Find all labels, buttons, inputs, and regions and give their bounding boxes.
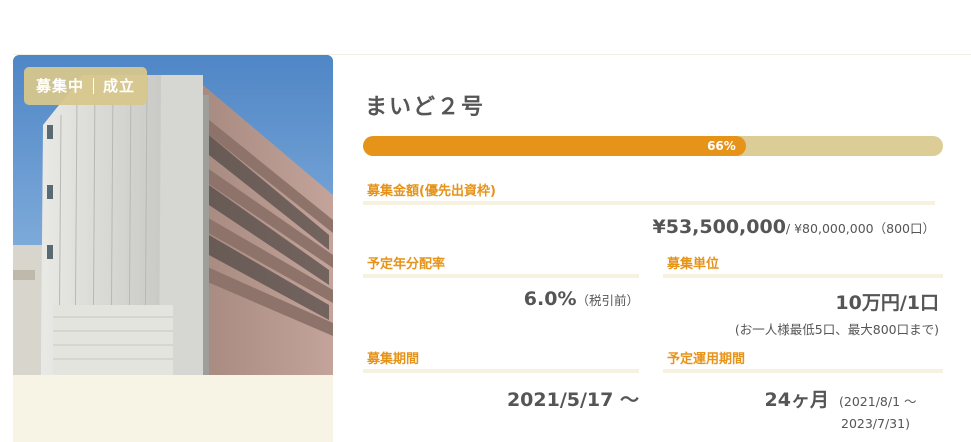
operation-date-range: (2021/8/1 〜 2023/7/31) — [839, 391, 949, 435]
badge-divider — [93, 78, 95, 94]
operation-date-start: (2021/8/1 〜 — [839, 394, 917, 409]
property-photo[interactable]: 募集中 成立 — [13, 55, 333, 375]
offering-amount-label: 募集金額(優先出資枠) — [363, 183, 935, 205]
fund-title[interactable]: まいど２号 — [365, 89, 485, 121]
offering-start-date: 2021/5/17 〜 — [506, 389, 639, 411]
status-recruiting: 募集中 — [36, 77, 85, 95]
yield-percent: 6.0% — [523, 288, 577, 310]
property-image-panel: 募集中 成立 — [13, 55, 333, 442]
offering-period-value: 2021/5/17 〜 — [363, 385, 639, 412]
investment-unit-label: 募集単位 — [663, 256, 943, 278]
raised-amount: ¥53,500,000 — [652, 216, 786, 238]
unit-price: 10万円/1口 — [835, 292, 939, 314]
yield-note: （税引前） — [576, 293, 639, 308]
status-established: 成立 — [103, 77, 136, 95]
funding-progress-label: 66% — [707, 139, 736, 153]
target-amount: / ¥80,000,000（800口） — [785, 221, 935, 236]
fund-card[interactable]: 募集中 成立 まいど２号 66% 募集金額(優先出資枠) ¥53,500,000… — [13, 54, 971, 442]
status-badge: 募集中 成立 — [24, 67, 148, 105]
offering-amount-value: ¥53,500,000/ ¥80,000,000（800口） — [363, 216, 936, 238]
investment-unit-value: 10万円/1口 — [663, 288, 939, 315]
funding-progress-fill: 66% — [363, 136, 746, 156]
expected-yield-label: 予定年分配率 — [363, 256, 639, 278]
operation-months: 24ヶ月 — [764, 389, 829, 411]
operation-period-label: 予定運用期間 — [663, 351, 943, 373]
offering-period-label: 募集期間 — [363, 351, 639, 373]
operation-period-value: 24ヶ月 — [663, 385, 829, 412]
funding-progress-bar: 66% — [363, 136, 943, 156]
expected-yield-value: 6.0%（税引前） — [363, 288, 639, 310]
investment-unit-note: (お一人様最低5口、最大800口まで) — [734, 322, 939, 337]
operation-date-end: 2023/7/31) — [841, 416, 910, 431]
